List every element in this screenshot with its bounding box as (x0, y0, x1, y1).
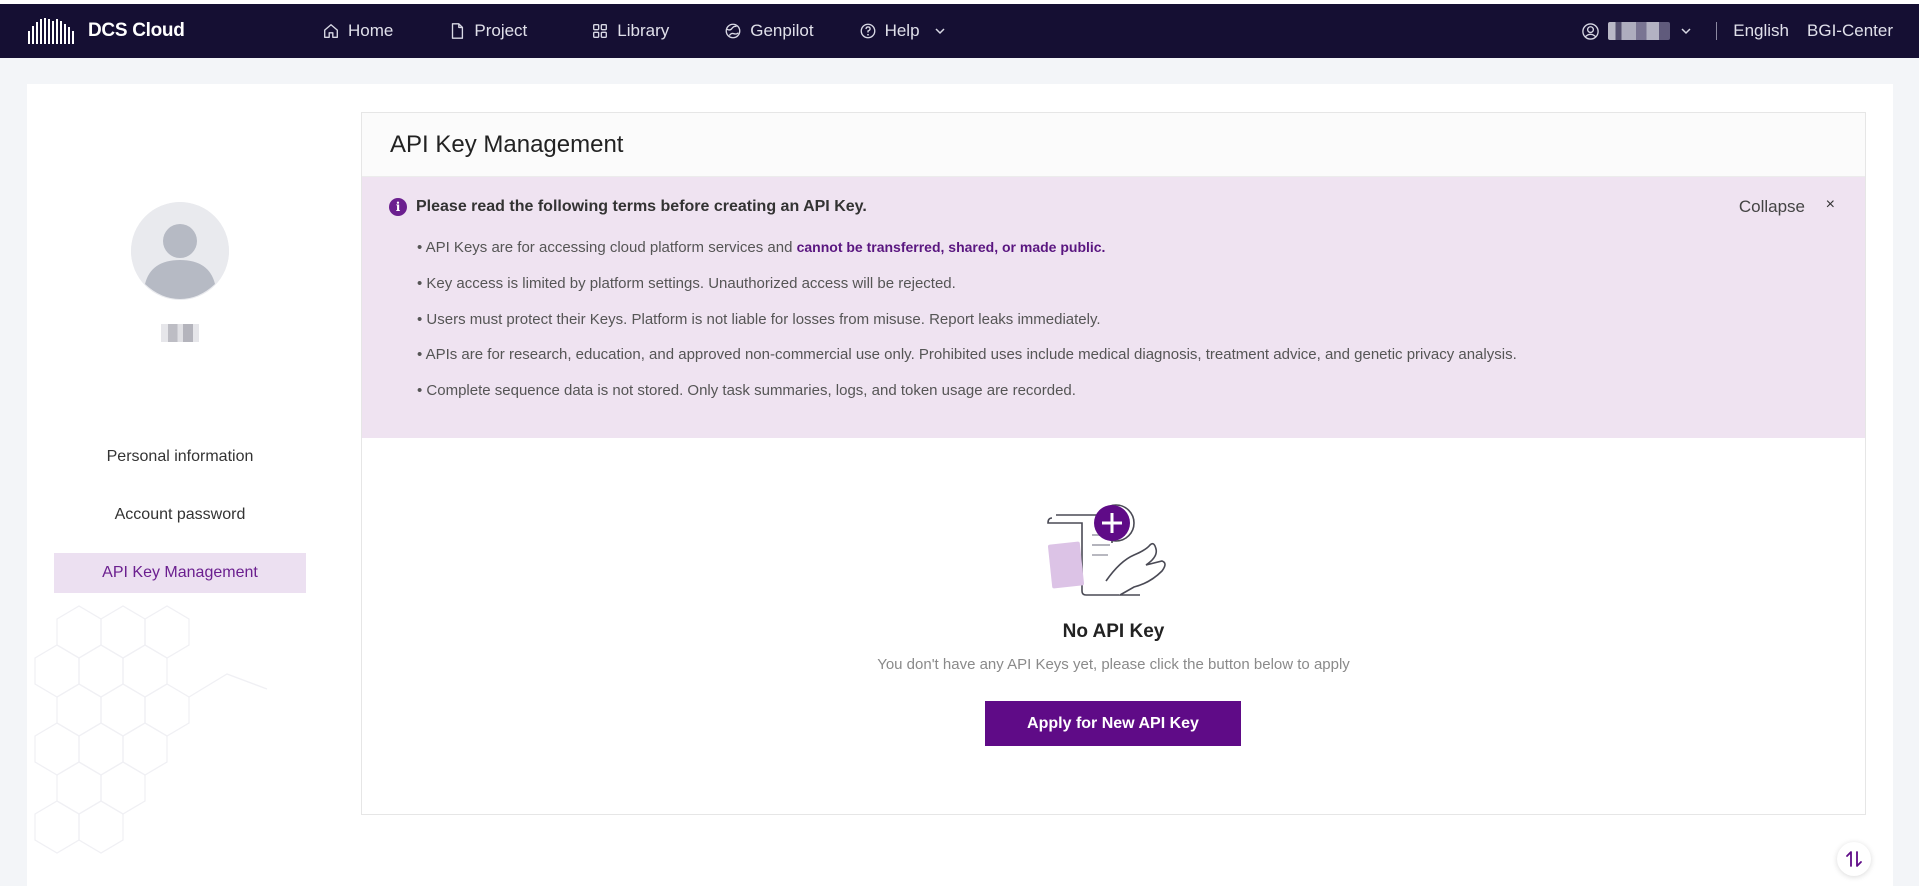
chevron-down-icon (935, 28, 945, 35)
term-line: • API Keys are for accessing cloud platf… (417, 239, 1105, 256)
term-text: • Key access is limited by platform sett… (417, 275, 956, 292)
term-line: • Users must protect their Keys. Platfor… (417, 311, 1101, 328)
empty-state-illustration-icon (1047, 504, 1166, 596)
api-key-card: API Key Management i Please read the fol… (361, 112, 1866, 815)
sidebar-item-personal-information[interactable]: Personal information (54, 437, 306, 477)
nav-label-genpilot: Genpilot (750, 21, 814, 40)
nav-item-project[interactable]: Project (448, 21, 527, 41)
user-menu[interactable] (1581, 22, 1692, 41)
nav-item-home[interactable]: Home (322, 21, 393, 41)
help-circle-icon (860, 23, 876, 39)
grid-icon (593, 24, 608, 38)
apply-api-key-button[interactable]: Apply for New API Key (985, 701, 1241, 746)
default-avatar-icon (131, 202, 229, 300)
page-title: API Key Management (362, 113, 1865, 177)
sidebar-item-label: Personal information (106, 448, 254, 465)
scroll-toggle-button[interactable] (1837, 842, 1871, 876)
terms-heading: i Please read the following terms before… (389, 198, 867, 216)
nav-divider (1716, 22, 1718, 40)
empty-state-title: No API Key (1062, 621, 1165, 642)
term-text: • Users must protect their Keys. Platfor… (417, 311, 1101, 328)
globe-icon (725, 23, 741, 39)
nav-item-genpilot[interactable]: Genpilot (724, 21, 814, 41)
info-icon: i (389, 198, 407, 216)
sort-arrows-icon (1846, 851, 1862, 867)
term-line: • Complete sequence data is not stored. … (417, 382, 1076, 399)
sidebar-item-api-key-management[interactable]: API Key Management (54, 553, 306, 593)
sidebar-item-label: API Key Management (102, 564, 258, 581)
term-highlight: cannot be transferred, shared, or made p… (796, 239, 1106, 255)
term-line: • Key access is limited by platform sett… (417, 275, 956, 292)
main-nav: Home Project Library Genpilot Help (322, 4, 946, 58)
username-redacted (1608, 22, 1671, 40)
term-text: • Complete sequence data is not stored. … (417, 382, 1076, 399)
language-switch[interactable]: English (1733, 21, 1789, 41)
avatar (131, 202, 229, 300)
cloud-logo-icon (28, 18, 74, 44)
terms-notice: i Please read the following terms before… (362, 177, 1865, 438)
nav-right: English BGI-Center (1581, 4, 1893, 58)
brand[interactable]: DCS Cloud (26, 12, 185, 50)
terms-heading-text: Please read the following terms before c… (416, 198, 867, 215)
empty-state-subtitle: You don't have any API Keys yet, please … (877, 656, 1350, 673)
brand-name: DCS Cloud (88, 20, 185, 41)
collapse-link[interactable]: Collapse (1739, 197, 1805, 217)
term-line: • APIs are for research, education, and … (417, 346, 1517, 363)
nav-label-project: Project (474, 21, 528, 40)
top-navigation-bar: DCS Cloud Home Project Library Genpilot … (0, 0, 1919, 58)
user-icon (1582, 22, 1600, 40)
close-icon[interactable]: × (1826, 196, 1835, 214)
nav-label-help: Help (884, 21, 920, 40)
sidebar-item-label: Account password (114, 506, 246, 523)
home-icon (324, 24, 338, 38)
file-icon (452, 23, 464, 39)
term-text: • APIs are for research, education, and … (417, 346, 1517, 363)
nav-item-help[interactable]: Help (859, 21, 946, 41)
nav-label-library: Library (617, 21, 670, 40)
chevron-down-icon (1681, 28, 1691, 35)
account-sidebar: Personal information Account password AP… (27, 84, 333, 886)
sidebar-item-account-password[interactable]: Account password (54, 495, 306, 535)
term-text: • API Keys are for accessing cloud platf… (417, 239, 797, 256)
center-switch[interactable]: BGI-Center (1807, 21, 1893, 41)
nav-item-library[interactable]: Library (591, 21, 669, 41)
nav-label-home: Home (348, 21, 394, 40)
main-panel: API Key Management i Please read the fol… (333, 84, 1893, 886)
profile-name-redacted (161, 324, 199, 342)
